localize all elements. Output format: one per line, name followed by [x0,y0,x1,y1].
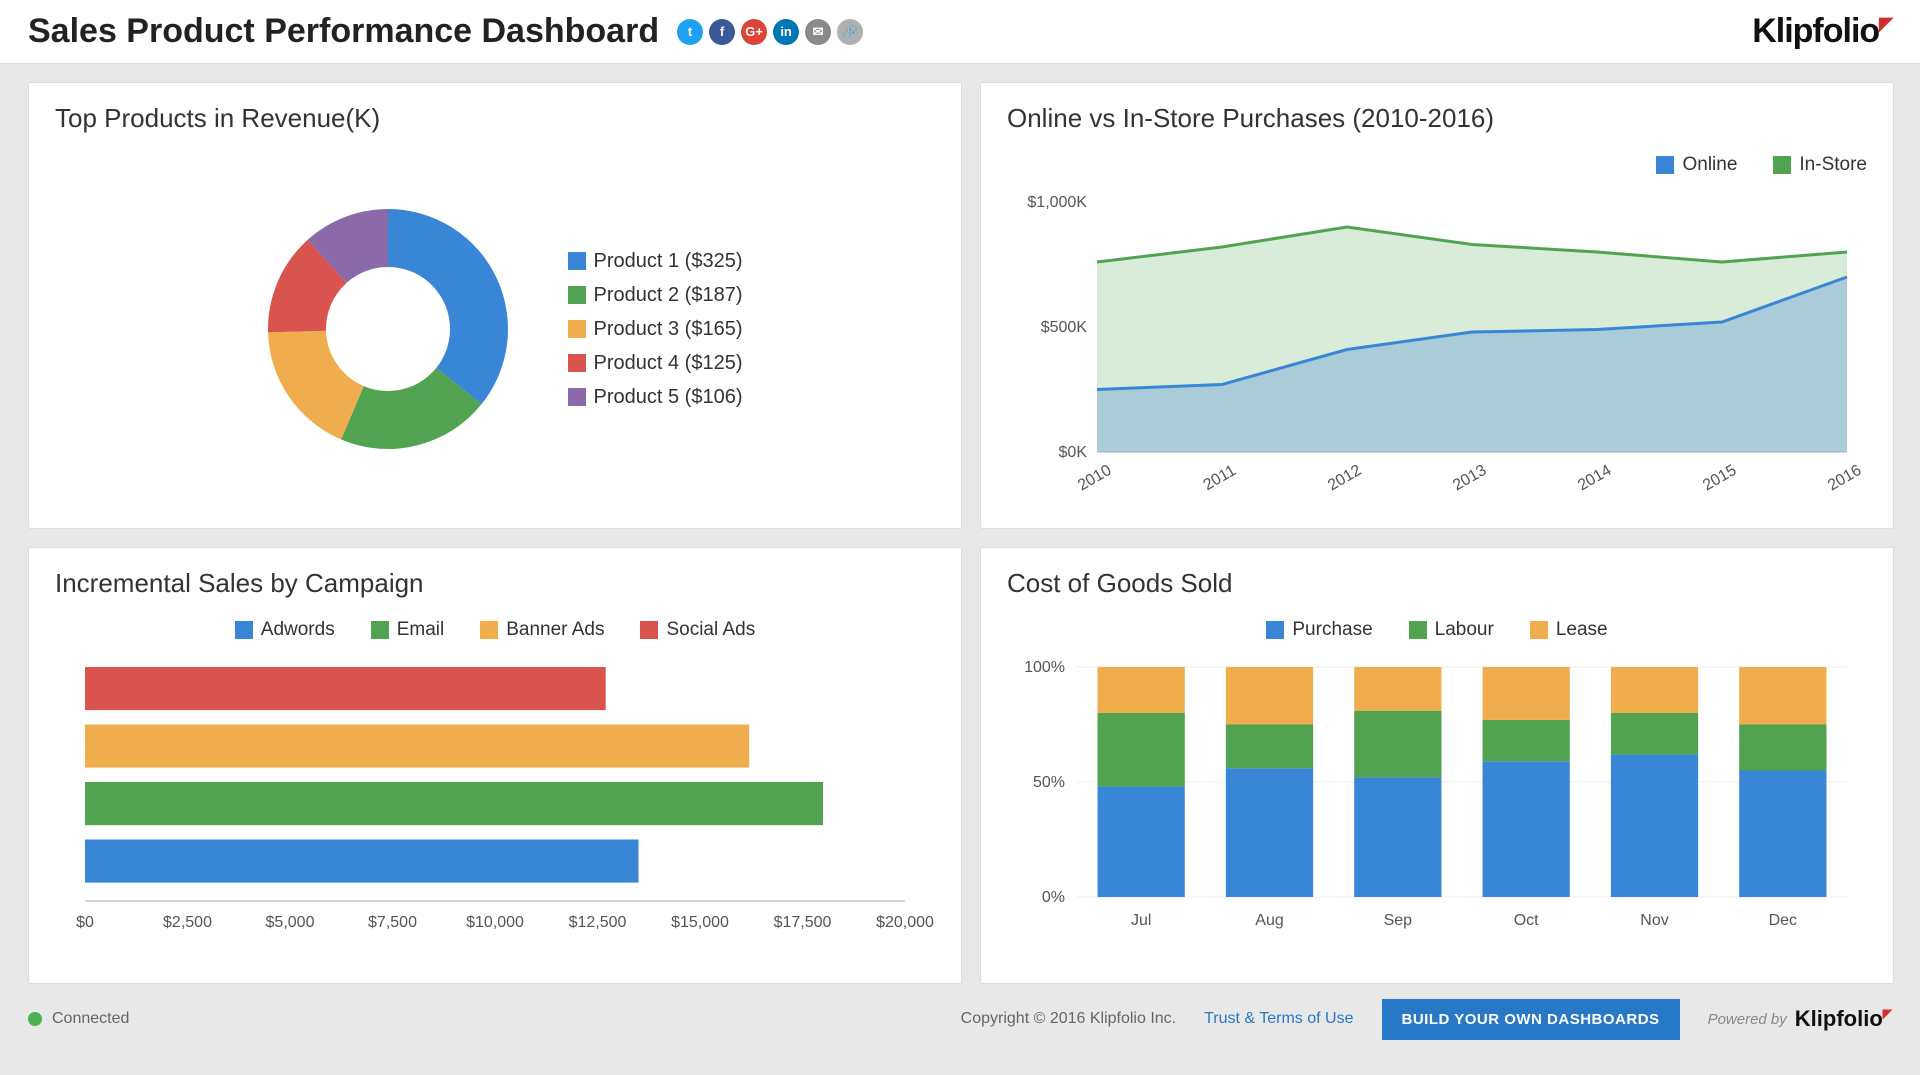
stack-segment [1098,713,1185,787]
card-cogs: Cost of Goods Sold Purchase Labour Lease 0… [980,547,1894,984]
svg-text:Jul: Jul [1131,912,1151,929]
svg-text:50%: 50% [1033,774,1065,791]
cogs-legend: Purchase Labour Lease [1007,619,1867,641]
link-icon[interactable]: 🔗 [837,19,863,45]
stack-segment [1354,667,1441,711]
facebook-icon[interactable]: f [709,19,735,45]
svg-text:2012: 2012 [1325,462,1364,495]
svg-text:2014: 2014 [1575,462,1614,495]
linkedin-icon[interactable]: in [773,19,799,45]
stack-segment [1739,771,1826,898]
card-online-vs-instore: Online vs In-Store Purchases (2010-2016)… [980,82,1894,529]
svg-text:$500K: $500K [1041,319,1088,336]
svg-text:$17,500: $17,500 [774,914,832,931]
card-incremental-sales: Incremental Sales by Campaign Adwords Ema… [28,547,962,984]
svg-text:100%: 100% [1024,659,1065,676]
area-legend: Online In-Store [1007,154,1867,176]
legend-item: Social Ads [640,619,755,641]
cogs-chart: 0% 50% 100% Jul Aug Sep Oct Nov Dec [1007,657,1867,947]
status-dot-icon [28,1012,42,1026]
hbar-legend: Adwords Email Banner Ads Social Ads [55,619,935,641]
svg-text:$15,000: $15,000 [671,914,729,931]
stack-segment [1226,725,1313,769]
legend-item: Product 1 ($325) [568,244,743,278]
page-title: Sales Product Performance Dashboard [28,12,659,51]
svg-text:$0K: $0K [1059,444,1088,461]
stack-segment [1611,754,1698,897]
svg-text:Aug: Aug [1255,912,1283,929]
svg-text:$20,000: $20,000 [876,914,934,931]
card-title: Incremental Sales by Campaign [55,568,935,599]
svg-text:$0: $0 [76,914,94,931]
legend-item: Purchase [1266,619,1372,641]
stack-segment [1739,667,1826,725]
legend-item: Product 2 ($187) [568,278,743,312]
legend-item: Lease [1530,619,1608,641]
svg-text:Sep: Sep [1384,912,1413,929]
svg-text:$7,500: $7,500 [368,914,417,931]
stack-segment [1354,711,1441,778]
hbar-chart: $0 $2,500 $5,000 $7,500 $10,000 $12,500 $15,00… [55,657,935,947]
twitter-icon[interactable]: t [677,19,703,45]
stack-segment [1483,761,1570,897]
stack-segment [1226,667,1313,725]
card-title: Cost of Goods Sold [1007,568,1867,599]
card-title: Online vs In-Store Purchases (2010-2016) [1007,103,1867,134]
svg-text:$12,500: $12,500 [569,914,627,931]
stack-segment [1098,787,1185,897]
svg-text:$10,000: $10,000 [466,914,524,931]
terms-link[interactable]: Trust & Terms of Use [1204,1010,1353,1028]
footer: Connected Copyright © 2016 Klipfolio Inc… [0,984,1920,1054]
svg-text:2011: 2011 [1201,462,1239,494]
stack-segment [1739,725,1826,771]
stack-segment [1354,777,1441,897]
card-top-products: Top Products in Revenue(K) Product 1 ($3… [28,82,962,529]
stack-segment [1098,667,1185,713]
cta-button[interactable]: BUILD YOUR OWN DASHBOARDS [1382,999,1680,1040]
svg-text:Nov: Nov [1640,912,1668,929]
stack-segment [1611,713,1698,754]
legend-item: Product 4 ($125) [568,346,743,380]
legend-item: Adwords [235,619,335,641]
legend-item: Product 5 ($106) [568,380,743,414]
legend-item: Banner Ads [480,619,604,641]
legend-item: Labour [1409,619,1494,641]
share-icons: tfG+in✉🔗 [677,19,863,45]
stack-segment [1611,667,1698,713]
bar [85,725,749,768]
area-chart: $0K $500K $1,000K 2010 2011 2012 2013 2014 2015 2… [1007,192,1867,512]
legend-item: Online [1656,154,1737,176]
svg-text:2013: 2013 [1450,462,1489,495]
powered-by: Powered by Klipfolio◤ [1708,1006,1892,1032]
bar [85,782,823,825]
svg-text:$1,000K: $1,000K [1027,194,1087,211]
svg-text:Dec: Dec [1769,912,1797,929]
bar [85,840,639,883]
legend-item: Email [371,619,445,641]
status-text: Connected [52,1010,129,1028]
svg-text:$5,000: $5,000 [266,914,315,931]
donut-chart [248,189,528,469]
svg-text:Oct: Oct [1514,912,1539,929]
copyright: Copyright © 2016 Klipfolio Inc. [961,1010,1176,1028]
stack-segment [1483,667,1570,720]
legend-item: In-Store [1773,154,1867,176]
brand-logo: Klipfolio◤ [1752,12,1892,51]
donut-legend: Product 1 ($325)Product 2 ($187)Product … [568,244,743,414]
stack-segment [1483,720,1570,761]
svg-text:$2,500: $2,500 [163,914,212,931]
svg-text:2016: 2016 [1825,462,1864,495]
header: Sales Product Performance Dashboard tfG+… [0,0,1920,64]
bar [85,667,606,710]
svg-text:0%: 0% [1042,889,1065,906]
donut-slice [388,209,508,404]
email-icon[interactable]: ✉ [805,19,831,45]
dashboard-grid: Top Products in Revenue(K) Product 1 ($3… [0,64,1920,984]
svg-text:2015: 2015 [1700,462,1739,495]
stack-segment [1226,768,1313,897]
card-title: Top Products in Revenue(K) [55,103,935,134]
googleplus-icon[interactable]: G+ [741,19,767,45]
legend-item: Product 3 ($165) [568,312,743,346]
svg-text:2010: 2010 [1075,462,1114,495]
